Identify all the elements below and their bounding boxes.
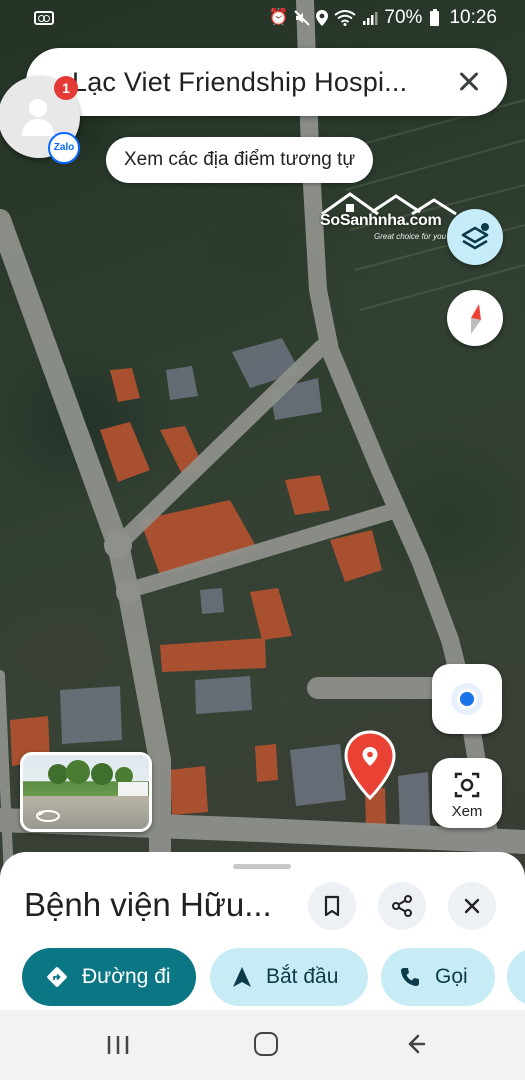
rotate-360-icon [36, 810, 60, 822]
camera-search-icon [454, 772, 480, 798]
similar-places-label: Xem các địa điểm tương tự [124, 149, 356, 170]
search-bar[interactable]: Lạc Viet Friendship Hospi... [26, 48, 507, 116]
action-buttons-row: Đường đi Bắt đầu Gọi [0, 948, 525, 1008]
layers-icon [461, 223, 489, 250]
zalo-chat-bubble[interactable]: 1 Zalo [0, 76, 80, 164]
start-label: Bắt đầu [266, 965, 339, 988]
lens-button[interactable]: Xem [432, 758, 502, 828]
my-location-icon [457, 689, 477, 709]
clock: 10:26 [449, 7, 497, 28]
recent-apps-icon[interactable] [106, 1034, 130, 1056]
start-navigation-button[interactable]: Bắt đầu [210, 948, 368, 1006]
mute-icon [294, 10, 311, 26]
back-icon[interactable] [404, 1032, 428, 1056]
street-view-thumbnail[interactable] [20, 752, 152, 832]
save-button[interactable] [308, 882, 356, 930]
location-status-icon [316, 10, 329, 26]
status-bar: ⏰ 70% 10:26 [0, 0, 525, 36]
clear-search-icon[interactable] [451, 64, 487, 100]
signal-icon [363, 12, 378, 25]
drag-handle[interactable] [233, 864, 291, 869]
similar-places-chip[interactable]: Xem các địa điểm tương tự [106, 137, 374, 183]
place-bottom-sheet[interactable]: Bệnh viện Hữu... Đường đi Bắt đầu Gọi [0, 852, 525, 1010]
home-icon[interactable] [254, 1032, 278, 1056]
share-icon [392, 895, 412, 917]
share-button[interactable] [378, 882, 426, 930]
zalo-logo-icon: Zalo [48, 132, 80, 164]
avatar-icon [22, 99, 54, 136]
my-location-button[interactable] [432, 664, 502, 734]
bookmark-icon [324, 895, 340, 917]
system-nav-bar [0, 1010, 525, 1080]
directions-icon [47, 967, 67, 987]
alarm-icon: ⏰ [268, 9, 289, 26]
place-pin-icon[interactable] [342, 730, 398, 800]
phone-icon [401, 968, 419, 986]
place-title: Bệnh viện Hữu... [24, 886, 272, 923]
call-button[interactable]: Gọi [381, 948, 495, 1006]
search-query[interactable]: Lạc Viet Friendship Hospi... [72, 67, 451, 98]
voicemail-icon [34, 11, 54, 25]
directions-label: Đường đi [82, 965, 171, 988]
call-label: Gọi [435, 965, 468, 988]
more-actions-button[interactable] [507, 948, 525, 1006]
battery-percent: 70% [384, 7, 423, 28]
layers-button[interactable] [447, 209, 503, 265]
lens-label: Xem [451, 803, 483, 820]
wifi-icon [334, 10, 357, 26]
directions-button[interactable]: Đường đi [22, 948, 196, 1006]
watermark-name: SoSanhnha.com [320, 212, 442, 229]
close-icon [464, 898, 480, 914]
compass-icon [471, 304, 481, 334]
close-sheet-button[interactable] [448, 882, 496, 930]
notification-badge: 1 [54, 76, 78, 100]
battery-icon [430, 8, 440, 26]
navigation-arrow-icon [233, 967, 251, 987]
watermark: SoSanhnha.com Great choice for you [312, 188, 460, 246]
compass-button[interactable] [447, 290, 503, 346]
watermark-tagline: Great choice for you [374, 232, 447, 241]
